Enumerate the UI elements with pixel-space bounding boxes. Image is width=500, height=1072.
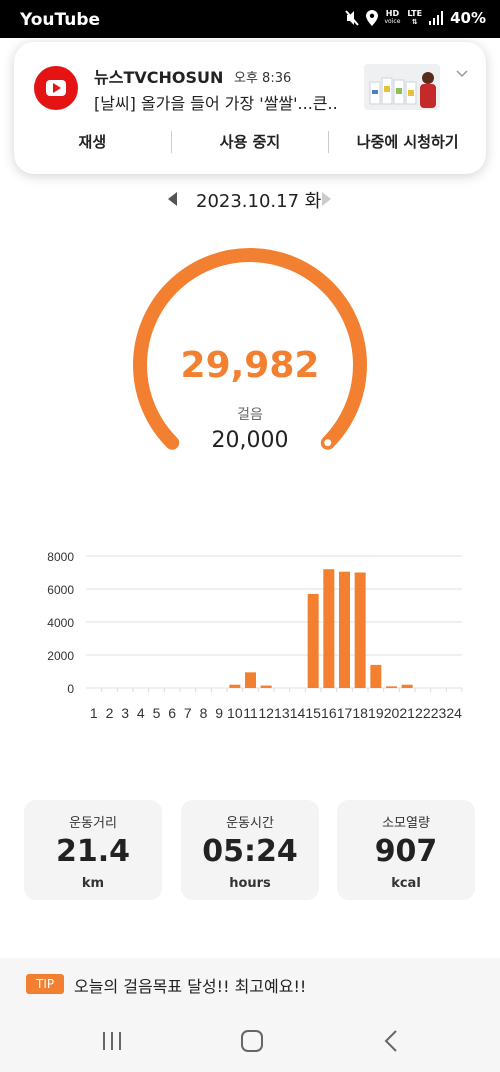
youtube-icon <box>34 66 78 110</box>
x-tick-label: 18 <box>352 705 368 721</box>
y-tick-label: 4000 <box>47 616 74 630</box>
youtube-notification[interactable]: 뉴스TVCHOSUN 오후 8:36 [날씨] 올가을 들어 가장 '쌀쌀'..… <box>14 42 486 174</box>
y-tick-label: 0 <box>67 682 74 696</box>
x-tick-label: 22 <box>415 705 431 721</box>
calories-title: 소모열량 <box>382 816 430 831</box>
duration-value: 05:24 <box>202 834 298 869</box>
notification-channel: 뉴스TVCHOSUN <box>94 68 224 87</box>
steps-goal: 20,000 <box>211 428 289 453</box>
hourly-steps-chart: 020004000600080001 2 3 4 5 6 7 8 9 10 11 12 13 14 15 16… <box>47 550 463 721</box>
hd-voice-indicator: HD voice <box>385 10 401 26</box>
y-tick-label: 2000 <box>47 649 74 663</box>
x-tick-label: 19 <box>368 705 384 721</box>
x-tick-label: 3 <box>121 705 129 721</box>
lte-label: LTE <box>407 9 423 18</box>
calories-value: 907 <box>374 834 438 869</box>
notification-time: 오후 8:36 <box>234 71 292 86</box>
distance-unit: km <box>81 876 105 891</box>
x-tick-label: 1 <box>90 705 98 721</box>
bar <box>245 672 256 688</box>
bar <box>260 685 272 688</box>
current-date: 2023.10.17 화 <box>196 191 322 212</box>
date-navigator: 2023.10.17 화 <box>0 186 500 212</box>
x-tick-label: 10 <box>227 705 243 721</box>
x-tick-label: 21 <box>399 705 415 721</box>
signal-icon <box>429 11 444 25</box>
status-icons: HD voice LTE ⇅ 40% <box>344 9 486 27</box>
stats-cards: 운동거리 21.4 km 운동시간 05:24 hours 소모열량 907 k… <box>24 800 476 900</box>
x-tick-label: 17 <box>337 705 353 721</box>
x-tick-label: 20 <box>384 705 400 721</box>
disable-button[interactable]: 사용 중지 <box>172 130 329 154</box>
calories-unit: kcal <box>391 876 421 891</box>
duration-card: 운동시간 05:24 hours <box>181 800 319 900</box>
play-button[interactable]: 재생 <box>14 130 171 154</box>
x-tick-label: 14 <box>290 705 306 721</box>
x-tick-label: 7 <box>184 705 192 721</box>
notification-actions: 재생 사용 중지 나중에 시청하기 <box>14 130 486 154</box>
back-icon[interactable] <box>372 1028 412 1054</box>
x-tick-label: 4 <box>137 705 145 721</box>
y-tick-label: 6000 <box>47 583 74 597</box>
x-tick-label: 11 <box>243 705 258 721</box>
bar <box>386 686 397 688</box>
x-tick-label: 8 <box>200 705 208 721</box>
navigation-bar <box>0 1010 500 1072</box>
bar <box>354 572 366 688</box>
bar <box>323 569 335 688</box>
bar <box>401 684 413 688</box>
chevron-down-icon[interactable] <box>456 66 468 82</box>
tip-text: 오늘의 걸음목표 달성!! 최고예요!! <box>74 977 307 996</box>
recent-apps-icon[interactable] <box>92 1028 132 1054</box>
notification-title: [날씨] 올가을 들어 가장 '쌀쌀'...큰.. <box>94 94 338 113</box>
x-tick-label: 6 <box>168 705 176 721</box>
prev-date-icon[interactable] <box>168 192 177 206</box>
x-tick-label: 16 <box>321 705 337 721</box>
bar <box>370 664 382 688</box>
location-icon <box>365 10 378 26</box>
x-tick-label: 24 <box>446 705 462 721</box>
distance-value: 21.4 <box>55 834 131 869</box>
mute-icon <box>344 10 359 26</box>
battery-percent: 40% <box>450 9 486 27</box>
hd-label: HD <box>385 9 400 18</box>
watch-later-button[interactable]: 나중에 시청하기 <box>329 130 486 154</box>
x-tick-label: 15 <box>305 705 321 721</box>
x-tick-label: 13 <box>274 705 290 721</box>
bar <box>307 593 319 688</box>
x-tick-label: 9 <box>215 705 223 721</box>
video-thumbnail[interactable] <box>364 64 440 110</box>
next-date-icon[interactable] <box>322 192 331 206</box>
tip-badge: TIP <box>26 974 65 994</box>
x-tick-label: 23 <box>431 705 447 721</box>
duration-unit: hours <box>229 876 271 891</box>
voice-label: voice <box>384 18 401 25</box>
steps-count: 29,982 <box>180 345 320 386</box>
steps-label: 걸음 <box>237 407 263 423</box>
bar <box>229 684 241 688</box>
distance-title: 운동거리 <box>69 816 117 831</box>
y-tick-label: 8000 <box>47 550 74 564</box>
x-tick-label: 2 <box>106 705 114 721</box>
status-bar: YouTube HD voice LTE ⇅ 40% <box>0 0 500 38</box>
x-tick-label: 12 <box>258 705 274 721</box>
calories-card: 소모열량 907 kcal <box>337 800 475 900</box>
status-app-name: YouTube <box>20 10 101 30</box>
tip-bar: TIP 오늘의 걸음목표 달성!! 최고예요!! <box>0 958 500 1010</box>
bar <box>339 571 350 688</box>
home-icon[interactable] <box>232 1028 272 1054</box>
lte-indicator: LTE ⇅ <box>407 9 423 27</box>
duration-title: 운동시간 <box>226 816 274 831</box>
distance-card: 운동거리 21.4 km <box>24 800 162 900</box>
x-tick-label: 5 <box>153 705 161 721</box>
